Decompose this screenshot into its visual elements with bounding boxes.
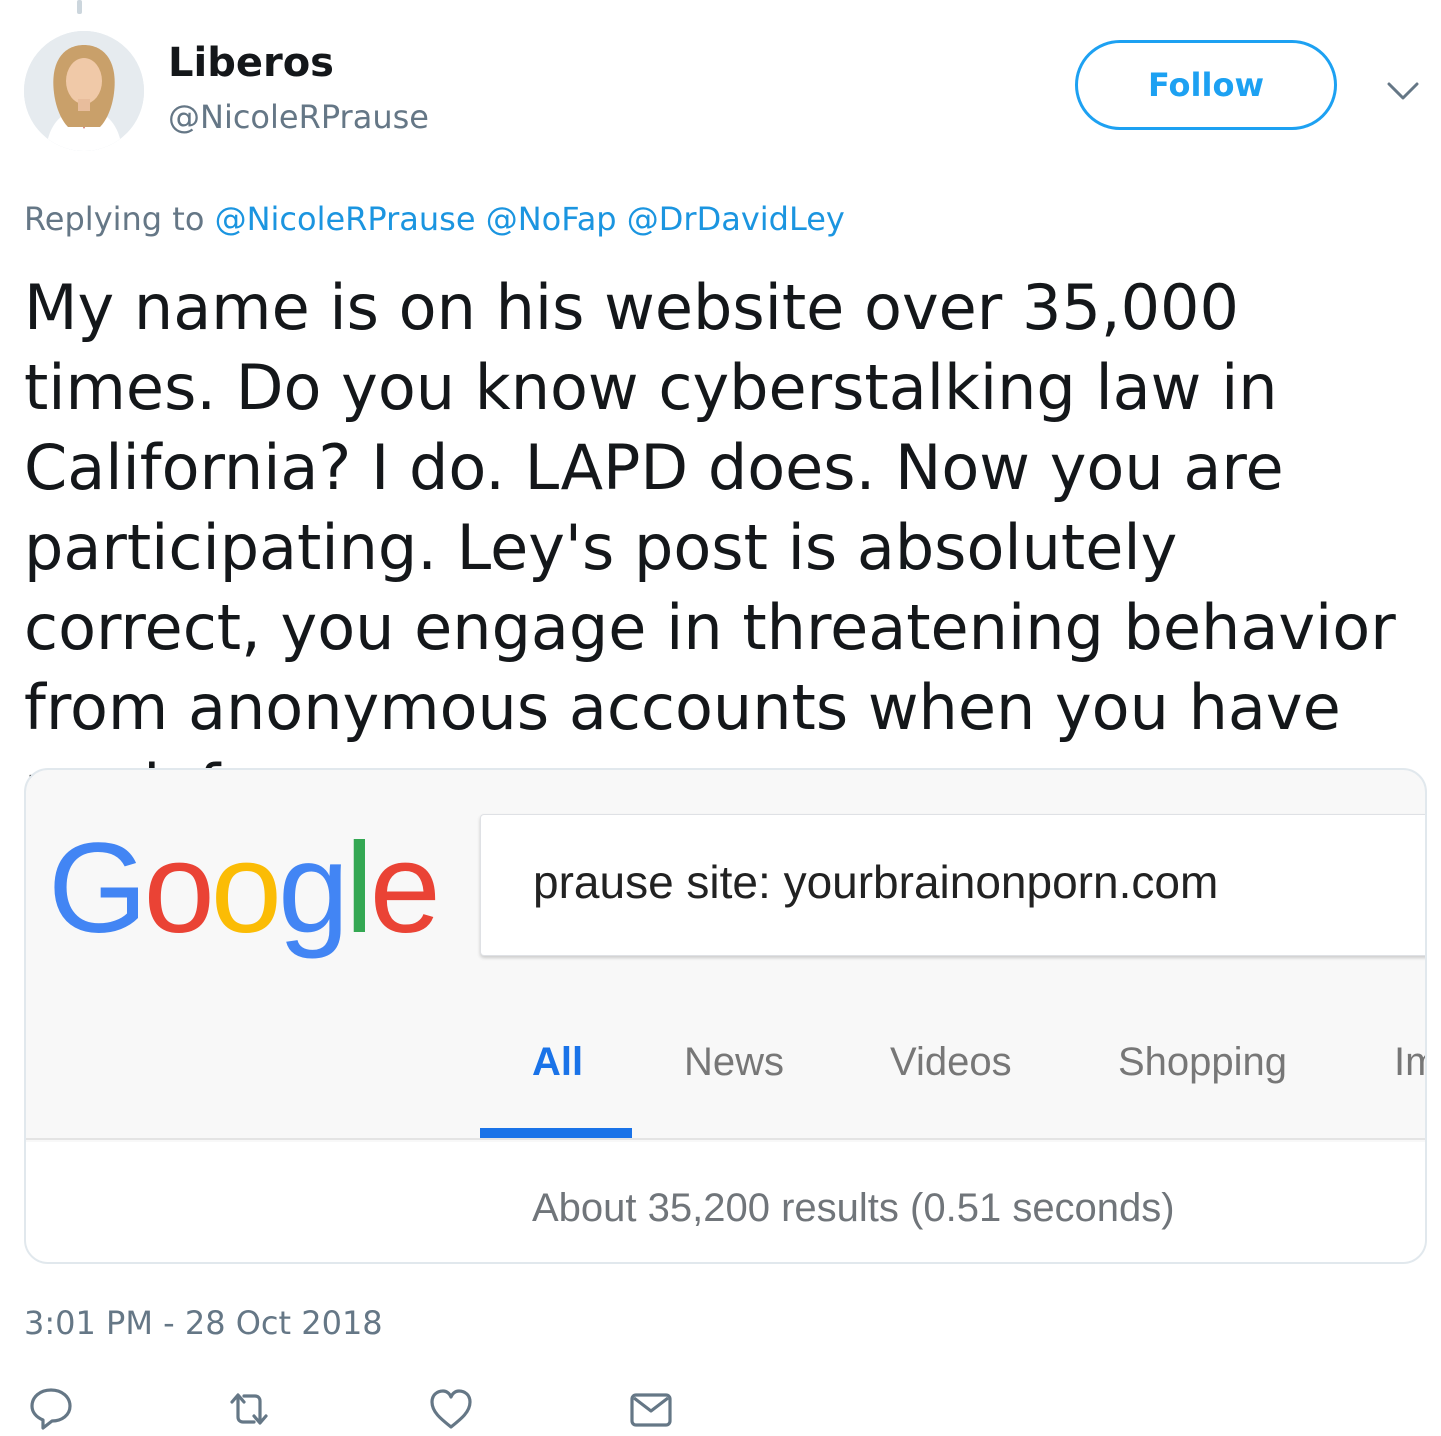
replying-to-line: Replying to @NicoleRPrause @NoFap @DrDav… (24, 200, 845, 238)
display-name[interactable]: Liberos (168, 40, 334, 86)
tweet-timestamp[interactable]: 3:01 PM - 28 Oct 2018 (24, 1304, 383, 1342)
follow-button[interactable]: Follow (1075, 40, 1337, 130)
tab-images: Im (1394, 1040, 1425, 1084)
google-logo-letter: l (345, 817, 374, 960)
google-logo-letter: o (143, 817, 215, 960)
avatar-image (24, 31, 144, 151)
tweet-actions (24, 1384, 724, 1434)
result-stats: About 35,200 results (0.51 seconds) (532, 1186, 1175, 1230)
tweet-text: My name is on his website over 35,000 ti… (24, 271, 1396, 824)
direct-message-icon[interactable] (626, 1384, 676, 1434)
active-tab-indicator (480, 1128, 632, 1138)
retweet-icon[interactable] (224, 1384, 274, 1434)
tab-shopping: Shopping (1118, 1040, 1288, 1084)
google-logo: Google (48, 814, 441, 964)
google-logo-letter: g (277, 817, 349, 960)
thread-connector-line (77, 0, 82, 14)
google-logo-letter: e (369, 817, 441, 960)
search-query: prause site: yourbrainonporn.com (533, 856, 1219, 908)
search-tabs: All News Videos Shopping Im (26, 1040, 1425, 1140)
tab-news: News (684, 1040, 785, 1084)
attached-screenshot[interactable]: Google prause site: yourbrainonporn.com … (24, 768, 1427, 1264)
tab-all: All (532, 1040, 584, 1084)
user-handle[interactable]: @NicoleRPrause (168, 98, 429, 136)
search-input: prause site: yourbrainonporn.com (480, 814, 1425, 956)
mention-link[interactable]: @NicoleRPrause (215, 200, 476, 238)
replying-to-label: Replying to (24, 200, 205, 238)
avatar[interactable] (24, 31, 144, 151)
mention-link[interactable]: @DrDavidLey (627, 200, 845, 238)
google-logo-letter: o (210, 817, 282, 960)
google-logo-letter: G (48, 817, 148, 960)
like-icon[interactable] (426, 1384, 476, 1434)
mention-link[interactable]: @NoFap (486, 200, 617, 238)
tab-videos: Videos (890, 1040, 1012, 1084)
reply-icon[interactable] (26, 1384, 76, 1434)
chevron-down-icon[interactable] (1385, 76, 1421, 104)
results-area: About 35,200 results (0.51 seconds) (26, 1142, 1425, 1262)
